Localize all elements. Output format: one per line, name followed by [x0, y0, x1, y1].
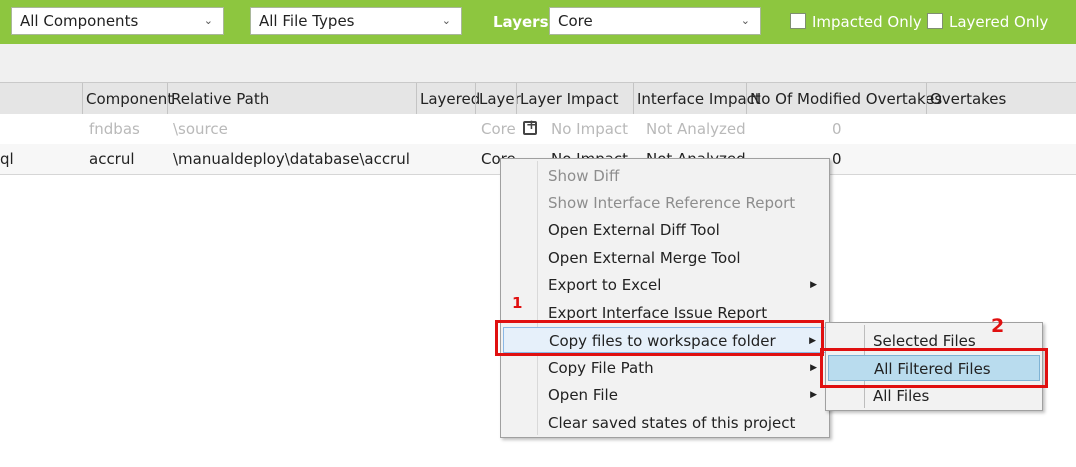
layered-only-label: Layered Only: [949, 13, 1049, 31]
submenu-arrow-icon: ▶: [810, 280, 817, 290]
menu-item-export-to-excel[interactable]: Export to Excel ▶: [503, 272, 827, 298]
menu-item-copy-file-path[interactable]: Copy File Path ▶: [503, 355, 827, 381]
layers-dropdown[interactable]: Core ⌄: [549, 7, 761, 35]
cell-path: \source: [173, 120, 228, 138]
menu-item-label: Open External Merge Tool: [548, 249, 741, 267]
layers-value: Core: [558, 12, 593, 30]
menu-item-label: Open External Diff Tool: [548, 221, 720, 239]
column-header-interface-impact[interactable]: Interface Impact: [633, 83, 761, 115]
chevron-down-icon: ⌄: [441, 14, 451, 27]
column-header-overtakes[interactable]: Overtakes: [926, 83, 1006, 115]
cell-name: ql: [0, 150, 14, 168]
menu-item-label: Clear saved states of this project: [548, 414, 796, 432]
cell-layer: Core: [481, 120, 516, 138]
cell-component: accrul: [89, 150, 135, 168]
column-header-layered[interactable]: Layered: [416, 83, 480, 115]
table-row[interactable]: fndbas \source Core No Impact Not Analyz…: [0, 114, 1076, 145]
annotation-number-2: 2: [991, 315, 1005, 337]
submenu-arrow-icon: ▶: [810, 363, 817, 373]
chevron-down-icon: ⌄: [740, 14, 750, 27]
menu-item-show-interface-reference-report[interactable]: Show Interface Reference Report: [503, 190, 827, 216]
cell-layer-impact: No Impact: [551, 120, 629, 138]
menu-item-label: Open File: [548, 386, 618, 404]
components-value: All Components: [20, 12, 139, 30]
menu-item-show-diff[interactable]: Show Diff: [503, 163, 827, 189]
column-header-modified-overtakes[interactable]: No Of Modified Overtakes: [746, 83, 942, 115]
menu-item-open-external-diff-tool[interactable]: Open External Diff Tool: [503, 217, 827, 243]
menu-item-label: Copy File Path: [548, 359, 654, 377]
menu-item-open-file[interactable]: Open File ▶: [503, 382, 827, 408]
column-header-layer[interactable]: Layer: [475, 83, 521, 115]
context-menu: Show Diff Show Interface Reference Repor…: [500, 158, 830, 438]
menu-item-label: Show Diff: [548, 167, 620, 185]
menu-item-open-external-merge-tool[interactable]: Open External Merge Tool: [503, 245, 827, 271]
cell-interface-impact: Not Analyzed: [646, 120, 746, 138]
menu-item-clear-saved-states[interactable]: Clear saved states of this project: [503, 410, 827, 436]
impacted-only-label: Impacted Only: [812, 13, 922, 31]
column-header-layer-impact[interactable]: Layer Impact: [516, 83, 618, 115]
file-types-value: All File Types: [259, 12, 355, 30]
cell-modified-overtakes: 0: [832, 120, 842, 138]
components-dropdown[interactable]: All Components ⌄: [11, 7, 224, 35]
cell-path: \manualdeploy\database\accrul: [173, 150, 410, 168]
annotation-number-1: 1: [512, 294, 523, 312]
column-header-relative-path[interactable]: Relative Path: [167, 83, 269, 115]
grid-header: Component Relative Path Layered Layer La…: [0, 83, 1076, 116]
impact-icon: [523, 118, 537, 135]
menu-item-label: Show Interface Reference Report: [548, 194, 796, 212]
layered-only-checkbox[interactable]: [927, 13, 943, 29]
annotation-box-step-2: [820, 348, 1048, 388]
layers-label: Layers:: [493, 13, 555, 31]
toolbar-strip: [0, 44, 1076, 83]
cell-component: fndbas: [89, 120, 140, 138]
impacted-only-checkbox[interactable]: [790, 13, 806, 29]
column-header-component[interactable]: Component: [82, 83, 173, 115]
submenu-arrow-icon: ▶: [810, 390, 817, 400]
chevron-down-icon: ⌄: [203, 14, 213, 27]
filter-bar: All Components ⌄ All File Types ⌄ Layers…: [0, 0, 1076, 44]
cell-modified-overtakes: 0: [832, 150, 842, 168]
file-types-dropdown[interactable]: All File Types ⌄: [250, 7, 462, 35]
menu-item-label: Export to Excel: [548, 276, 662, 294]
annotation-box-step-1: [495, 320, 824, 356]
